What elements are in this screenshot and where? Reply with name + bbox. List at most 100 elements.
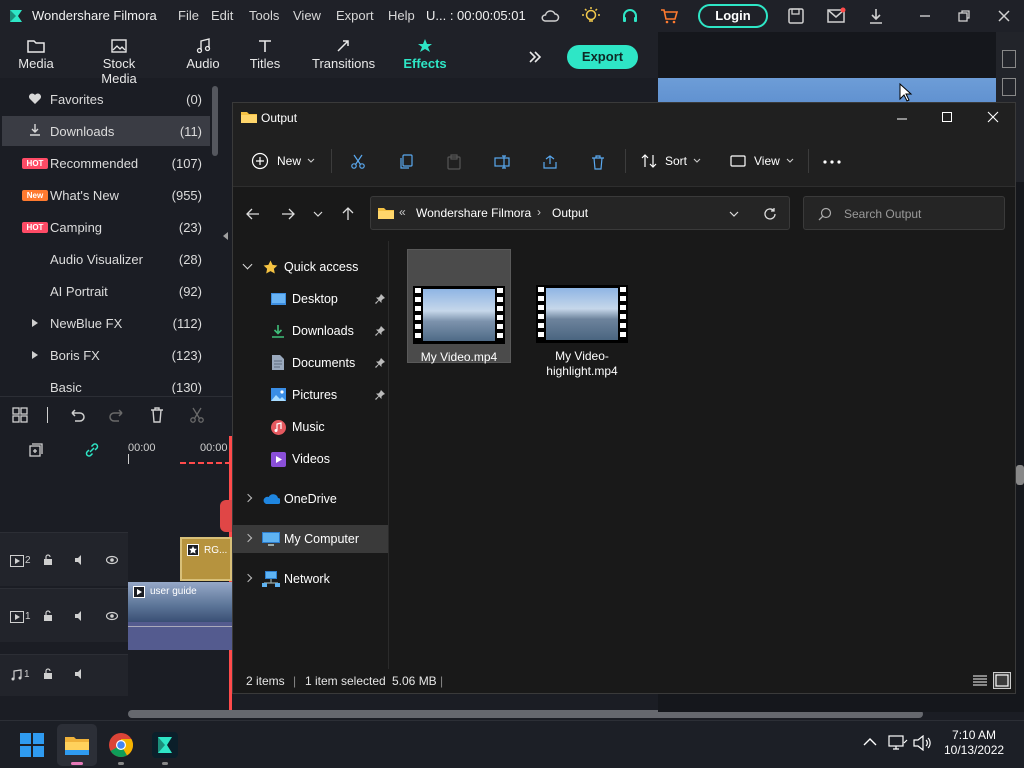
maximize-icon[interactable]: [941, 111, 953, 123]
back-arrow-icon[interactable]: [246, 207, 260, 221]
close-icon[interactable]: [994, 6, 1014, 26]
speaker-icon[interactable]: [74, 668, 86, 680]
expand-arrow-icon[interactable]: [32, 351, 38, 359]
nav-onedrive[interactable]: OneDrive: [233, 485, 388, 513]
timeline-clip-video[interactable]: user guide: [128, 582, 232, 650]
tool-audio[interactable]: Audio: [184, 36, 222, 71]
pin-icon[interactable]: [375, 358, 385, 368]
speaker-icon[interactable]: [74, 554, 86, 566]
breadcrumb-wondershare-filmora[interactable]: Wondershare Filmora: [416, 206, 531, 220]
collapse-chevron-icon[interactable]: [242, 259, 253, 270]
sort-button[interactable]: Sort: [640, 149, 701, 173]
menu-file[interactable]: File: [178, 8, 199, 23]
panel-scrollbar[interactable]: [212, 86, 218, 156]
nav-my-computer[interactable]: My Computer: [233, 525, 388, 553]
eye-icon[interactable]: [106, 610, 118, 622]
lightbulb-icon[interactable]: [581, 6, 601, 26]
large-icons-view-icon[interactable]: [993, 672, 1011, 689]
network-status-icon[interactable]: [888, 735, 908, 751]
category-favorites[interactable]: Favorites (0): [2, 84, 210, 114]
minimize-icon[interactable]: [915, 6, 935, 26]
taskbar-clock[interactable]: 7:10 AM 10/13/2022: [944, 728, 1004, 758]
category-newblue-fx[interactable]: NewBlue FX (112): [2, 308, 210, 338]
view-button[interactable]: View: [730, 149, 794, 173]
menu-help[interactable]: Help: [388, 8, 415, 23]
pin-icon[interactable]: [375, 326, 385, 336]
category-downloads[interactable]: Downloads (11): [2, 116, 210, 146]
address-bar[interactable]: « Wondershare Filmora › Output: [370, 196, 790, 230]
category-recommended[interactable]: HOT Recommended (107): [2, 148, 210, 178]
copy-icon[interactable]: [398, 154, 414, 170]
expand-arrow-icon[interactable]: [32, 319, 38, 327]
expand-chevron-icon[interactable]: [243, 573, 253, 583]
add-track-icon[interactable]: [28, 442, 44, 458]
cut-icon[interactable]: [350, 154, 366, 170]
tool-media[interactable]: Media: [18, 36, 54, 71]
category-boris-fx[interactable]: Boris FX (123): [2, 340, 210, 370]
tool-titles[interactable]: Titles: [248, 36, 282, 71]
nav-music[interactable]: Music: [233, 413, 388, 441]
rename-icon[interactable]: [494, 154, 510, 170]
category-camping[interactable]: HOT Camping (23): [2, 212, 210, 242]
timeline-ruler[interactable]: 00:00 00:00: [128, 440, 232, 466]
overflow-chevrons-icon[interactable]: «: [399, 205, 406, 219]
preview-scroll-handle[interactable]: [1016, 465, 1024, 485]
show-hidden-icons-chevron-icon[interactable]: [863, 737, 877, 747]
panel-splitter[interactable]: [222, 84, 232, 394]
nav-downloads[interactable]: Downloads: [233, 317, 388, 345]
file-item[interactable]: My Video-highlight.mp4: [530, 249, 634, 399]
scissors-icon[interactable]: [188, 406, 206, 424]
cart-icon[interactable]: [659, 6, 679, 26]
pin-icon[interactable]: [375, 390, 385, 400]
save-icon[interactable]: [786, 6, 806, 26]
headset-icon[interactable]: [620, 6, 640, 26]
recent-locations-chevron-icon[interactable]: [313, 211, 323, 218]
menu-tools[interactable]: Tools: [249, 8, 279, 23]
refresh-icon[interactable]: [763, 207, 777, 221]
menu-view[interactable]: View: [293, 8, 321, 23]
timeline-clip-title[interactable]: RG...: [180, 537, 232, 581]
lock-icon[interactable]: [42, 610, 54, 622]
eye-icon[interactable]: [106, 554, 118, 566]
redo-icon[interactable]: [108, 406, 126, 424]
start-icon[interactable]: [19, 732, 45, 758]
trash-icon[interactable]: [590, 154, 606, 170]
nav-pictures[interactable]: Pictures: [233, 381, 388, 409]
category-ai-portrait[interactable]: AI Portrait (92): [2, 276, 210, 306]
mail-icon[interactable]: [826, 6, 846, 26]
tool-effects[interactable]: Effects: [402, 36, 448, 71]
up-arrow-icon[interactable]: [341, 207, 355, 221]
nav-videos[interactable]: Videos: [233, 445, 388, 473]
pin-icon[interactable]: [375, 294, 385, 304]
tool-transitions[interactable]: Transitions: [312, 36, 375, 71]
search-box[interactable]: Search Output: [803, 196, 1005, 230]
breadcrumb-output[interactable]: Output: [552, 206, 588, 220]
address-dropdown-chevron-icon[interactable]: [729, 211, 739, 218]
restore-icon[interactable]: [954, 6, 974, 26]
cloud-icon[interactable]: [540, 6, 560, 26]
undo-icon[interactable]: [68, 406, 86, 424]
tool-stock-media[interactable]: Stock Media: [84, 36, 154, 86]
chrome-icon[interactable]: [108, 732, 134, 758]
volume-icon[interactable]: [913, 735, 933, 751]
link-icon[interactable]: [84, 442, 100, 458]
new-button[interactable]: New: [251, 149, 315, 173]
layout-grid-icon[interactable]: [11, 406, 29, 424]
paste-icon[interactable]: [446, 154, 462, 170]
delete-icon[interactable]: [148, 406, 166, 424]
filmora-icon[interactable]: [152, 732, 178, 758]
minimize-icon[interactable]: [896, 113, 908, 125]
login-button[interactable]: Login: [698, 4, 768, 28]
speaker-icon[interactable]: [74, 610, 86, 622]
file-explorer-icon[interactable]: [64, 732, 90, 758]
nav-network[interactable]: Network: [233, 565, 388, 593]
category-whats-new[interactable]: New What's New (955): [2, 180, 210, 210]
file-item[interactable]: My Video.mp4: [407, 249, 511, 364]
share-icon[interactable]: [542, 154, 558, 170]
details-view-icon[interactable]: [972, 674, 988, 688]
export-button[interactable]: Export: [567, 45, 638, 69]
nav-quick-access[interactable]: Quick access: [233, 253, 388, 281]
download-icon[interactable]: [866, 6, 886, 26]
close-icon[interactable]: [987, 111, 999, 123]
expand-chevron-icon[interactable]: [243, 493, 253, 503]
